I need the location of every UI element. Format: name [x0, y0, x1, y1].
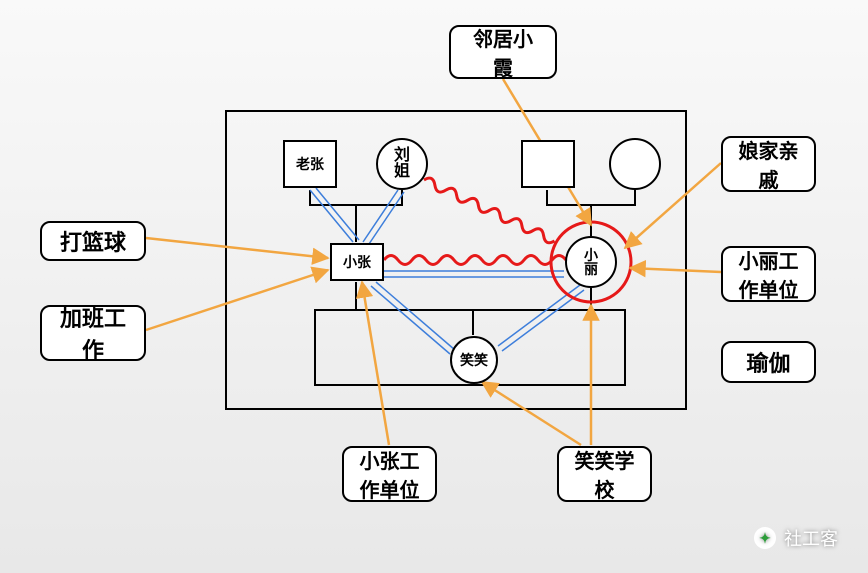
node-xiaoxiao: 笑笑 — [450, 336, 498, 384]
node-liu-jie: 刘 姐 — [376, 138, 428, 190]
node-zhang-work: 小张工 作单位 — [342, 446, 437, 502]
node-xiao-li: 小 丽 — [565, 236, 617, 288]
watermark-text: 社工客 — [784, 525, 838, 551]
node-right-father — [521, 140, 575, 188]
node-xiao-zhang: 小张 — [330, 243, 384, 281]
node-right-mother — [609, 138, 661, 190]
watermark: ✦ 社工客 — [754, 525, 838, 551]
wechat-icon: ✦ — [754, 527, 776, 549]
node-overtime: 加班工 作 — [40, 305, 146, 361]
node-xiaoxiao-school: 笑笑学 校 — [557, 446, 652, 502]
node-neighbor: 邻居小 霞 — [449, 25, 557, 79]
node-li-work: 小丽工 作单位 — [721, 246, 816, 302]
node-lao-zhang: 老张 — [283, 140, 337, 188]
node-basketball: 打篮球 — [40, 221, 146, 261]
node-relatives: 娘家亲 戚 — [721, 136, 816, 192]
node-yoga: 瑜伽 — [721, 341, 816, 383]
